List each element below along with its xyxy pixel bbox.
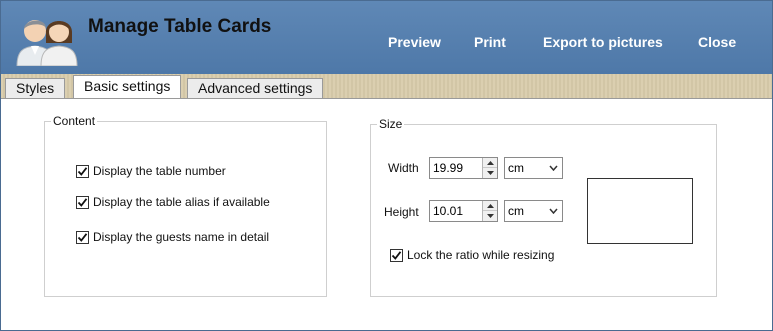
display-guests-name-option[interactable]: Display the guests name in detail: [76, 230, 269, 244]
lock-ratio-label: Lock the ratio while resizing: [407, 248, 555, 262]
arrow-up-icon: [486, 203, 494, 208]
check-icon: [391, 250, 402, 260]
display-table-number-checkbox[interactable]: [76, 164, 89, 178]
check-icon: [77, 232, 88, 242]
tab-styles[interactable]: Styles: [5, 78, 66, 98]
export-to-pictures-button[interactable]: Export to pictures: [543, 34, 663, 50]
height-spinbox[interactable]: 10.01: [429, 200, 498, 222]
display-table-number-option[interactable]: Display the table number: [76, 164, 226, 178]
arrow-down-icon: [486, 214, 494, 218]
width-increase-button[interactable]: [483, 158, 497, 168]
height-label: Height: [384, 205, 419, 219]
arrow-up-icon: [486, 160, 494, 165]
content-group-legend: Content: [53, 114, 96, 128]
header-bar: Manage Table Cards Preview Print Export …: [1, 1, 772, 74]
basic-settings-panel: Content Display the table number Display…: [1, 98, 772, 330]
chevron-down-icon: [549, 165, 558, 171]
width-label: Width: [388, 161, 419, 175]
display-table-alias-checkbox[interactable]: [76, 195, 89, 209]
width-value[interactable]: 19.99: [433, 161, 463, 175]
card-size-preview: [587, 178, 693, 244]
display-table-alias-option[interactable]: Display the table alias if available: [76, 195, 270, 209]
preview-button[interactable]: Preview: [388, 34, 441, 50]
lock-ratio-checkbox[interactable]: [390, 248, 403, 262]
height-decrease-button[interactable]: [483, 211, 497, 221]
tab-basic-settings[interactable]: Basic settings: [73, 75, 182, 99]
close-button[interactable]: Close: [698, 34, 736, 50]
manage-table-cards-window: Manage Table Cards Preview Print Export …: [0, 0, 773, 331]
height-unit-select[interactable]: cm: [504, 200, 563, 222]
height-value[interactable]: 10.01: [433, 204, 463, 218]
display-guests-name-checkbox[interactable]: [76, 230, 89, 244]
width-decrease-button[interactable]: [483, 168, 497, 178]
display-table-alias-label: Display the table alias if available: [93, 195, 270, 209]
display-guests-name-label: Display the guests name in detail: [93, 230, 270, 244]
height-increase-button[interactable]: [483, 201, 497, 211]
chevron-down-icon: [549, 208, 558, 214]
width-unit-value: cm: [508, 161, 524, 175]
lock-ratio-option[interactable]: Lock the ratio while resizing: [390, 248, 554, 262]
check-icon: [77, 197, 88, 207]
display-table-number-label: Display the table number: [93, 164, 226, 178]
arrow-down-icon: [486, 171, 494, 175]
tab-advanced-settings[interactable]: Advanced settings: [187, 78, 324, 98]
check-icon: [77, 166, 88, 176]
tab-bar: Styles Basic settings Advanced settings: [1, 74, 772, 99]
app-title: Manage Table Cards: [88, 16, 272, 37]
width-unit-select[interactable]: cm: [504, 157, 563, 179]
size-group-legend: Size: [379, 117, 403, 131]
height-unit-value: cm: [508, 204, 524, 218]
width-spinbox[interactable]: 19.99: [429, 157, 498, 179]
users-icon: [13, 11, 83, 67]
print-button[interactable]: Print: [474, 34, 506, 50]
